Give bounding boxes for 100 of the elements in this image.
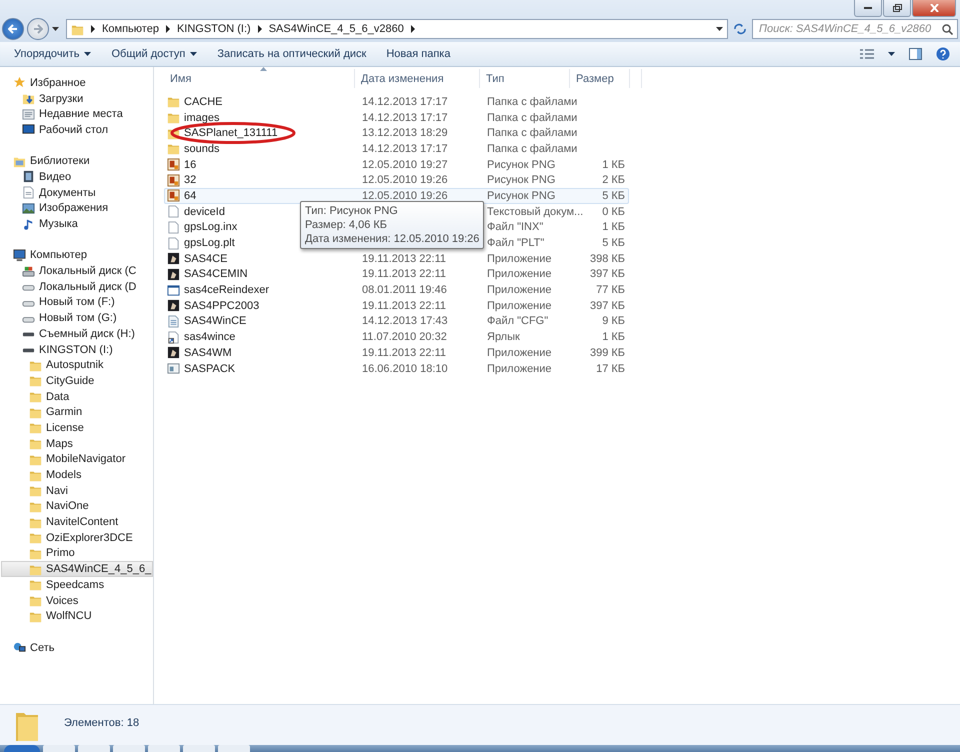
type-cell: Папка с файлами — [487, 96, 578, 108]
sidebar-item[interactable]: Библиотеки — [1, 153, 153, 170]
sidebar-item[interactable]: MobileNavigator — [1, 452, 153, 468]
sidebar-item[interactable]: CityGuide — [1, 373, 153, 389]
folder-icon — [167, 111, 180, 124]
breadcrumb[interactable]: Компьютер — [102, 23, 159, 35]
chevron-icon[interactable] — [90, 25, 96, 33]
toolbar-button[interactable]: Общий доступ — [103, 45, 206, 63]
sidebar-item[interactable]: Autosputnik — [1, 357, 153, 374]
sidebar-item[interactable]: Видео — [1, 169, 153, 185]
size-cell: 0 КБ — [602, 206, 625, 218]
sidebar-item[interactable]: Рабочий стол — [1, 122, 153, 138]
breadcrumb[interactable]: SAS4WinCE_4_5_6_v2860 — [268, 23, 404, 35]
size-cell: 399 КБ — [590, 346, 625, 359]
preview-pane-icon[interactable] — [909, 48, 922, 60]
sidebar-item[interactable]: OziExplorer3DCE — [1, 530, 153, 546]
sidebar-item[interactable]: Сеть — [1, 640, 153, 656]
computer-icon — [13, 248, 26, 262]
sidebar-item[interactable]: WolfNCU — [1, 608, 153, 624]
app-icon — [167, 299, 180, 312]
document-icon — [167, 205, 180, 218]
file-name: 16 — [184, 158, 196, 171]
column-header[interactable]: Дата изменения — [355, 69, 480, 88]
network-icon — [13, 641, 26, 654]
sidebar-item[interactable]: Избранное — [1, 75, 153, 91]
sidebar-item[interactable]: SAS4WinCE_4_5_6_ — [1, 561, 153, 577]
toolbar-button[interactable]: Новая папка — [378, 45, 458, 63]
file-name: SASPlanet_131111 — [184, 127, 278, 140]
film-icon — [22, 170, 35, 184]
sidebar-item[interactable]: Документы — [1, 184, 153, 200]
sidebar-item[interactable]: Speedcams — [1, 577, 153, 593]
size-cell: 1 КБ — [602, 158, 625, 171]
file-row[interactable]: 64 12.05.2010 19:26 Рисунок PNG 5 КБ — [164, 188, 629, 204]
help-icon[interactable] — [936, 47, 950, 61]
file-name: SAS4CE — [184, 252, 228, 265]
sidebar-item[interactable]: Новый том (F:) — [1, 294, 153, 310]
tooltip-line: Размер: 4,06 КБ — [305, 218, 388, 232]
sidebar-item[interactable]: Новый том (G:) — [1, 310, 153, 326]
sidebar-item[interactable]: Загрузки — [1, 90, 153, 106]
caret-icon[interactable] — [52, 27, 59, 31]
caret-icon[interactable] — [888, 52, 895, 56]
window-icon — [167, 284, 180, 297]
address-bar[interactable]: Компьютер KINGSTON (I:) SAS4WinCE_4_5_6_v2860 — [66, 19, 728, 39]
sidebar-item[interactable]: KINGSTON (I:) — [1, 342, 153, 358]
download-folder-icon — [22, 92, 35, 106]
back-button[interactable] — [2, 18, 24, 40]
folder-icon — [29, 484, 42, 498]
type-cell: Рисунок PNG — [487, 158, 556, 171]
sidebar-item[interactable]: Локальный диск (D — [1, 278, 153, 295]
minimize-button[interactable] — [854, 0, 882, 17]
forward-arrow-icon — [33, 24, 43, 34]
sidebar-item[interactable]: NavitelContent — [1, 514, 153, 530]
sidebar-item[interactable]: Models — [1, 467, 153, 483]
sidebar-item[interactable]: NaviOne — [1, 498, 153, 514]
size-cell: 9 КБ — [602, 315, 625, 328]
sidebar-item[interactable]: Voices — [1, 592, 153, 608]
toolbar-button[interactable]: Упорядочить — [6, 45, 100, 63]
view-list-icon[interactable] — [860, 49, 874, 59]
date-cell: 12.05.2010 19:27 — [362, 158, 448, 171]
search-field[interactable]: Поиск: SAS4WinCE_4_5_6_v2860 — [752, 19, 958, 39]
size-cell: 5 КБ — [602, 190, 625, 202]
sidebar-item[interactable]: Primo — [1, 546, 153, 562]
app-icon — [167, 252, 180, 266]
column-header[interactable]: Размер — [570, 69, 630, 88]
type-cell: Приложение — [487, 252, 552, 265]
chevron-icon[interactable] — [164, 25, 171, 33]
column-header[interactable]: Тип — [480, 69, 570, 88]
sidebar-item[interactable]: Недавние места — [1, 106, 153, 122]
image-file-icon — [167, 174, 180, 187]
file-name: SAS4WinCE — [184, 315, 246, 328]
sidebar-item[interactable]: Музыка — [1, 216, 153, 232]
date-cell: 14.12.2013 17:17 — [362, 112, 448, 124]
sidebar-item[interactable]: Navi — [1, 482, 153, 499]
type-cell: Папка с файлами — [487, 127, 578, 140]
folder-icon — [29, 437, 42, 450]
chevron-icon[interactable] — [256, 25, 263, 33]
sidebar-item[interactable]: Изображения — [1, 200, 153, 216]
date-cell: 12.05.2010 19:26 — [362, 174, 448, 186]
breadcrumb[interactable]: KINGSTON (I:) — [176, 23, 251, 35]
close-button[interactable] — [912, 0, 956, 17]
sidebar-item[interactable]: License — [1, 420, 153, 436]
app-icon — [167, 268, 180, 281]
date-cell: 08.01.2011 19:46 — [362, 284, 447, 296]
date-cell: 19.11.2013 22:11 — [362, 252, 446, 265]
sidebar-item[interactable]: Data — [1, 388, 153, 404]
chevron-icon[interactable] — [410, 25, 416, 33]
tooltip-line: Дата изменения: 12.05.2010 19:26 — [305, 232, 480, 246]
sidebar-item[interactable]: Локальный диск (C — [1, 263, 153, 279]
sidebar-item[interactable]: Garmin — [1, 404, 153, 420]
sidebar-item[interactable]: Maps — [1, 436, 153, 452]
maximize-button[interactable] — [883, 0, 911, 17]
caret-icon[interactable] — [716, 27, 723, 31]
folder-icon — [29, 578, 42, 592]
toolbar-button[interactable]: Записать на оптический диск — [209, 45, 374, 63]
window-icon — [167, 362, 180, 376]
sidebar-item[interactable]: Компьютер — [1, 248, 153, 264]
column-header[interactable]: Имя — [166, 69, 355, 88]
folder-icon — [167, 95, 180, 108]
sidebar-item[interactable]: Съемный диск (H:) — [1, 326, 153, 342]
type-cell: Папка с файлами — [487, 112, 578, 124]
